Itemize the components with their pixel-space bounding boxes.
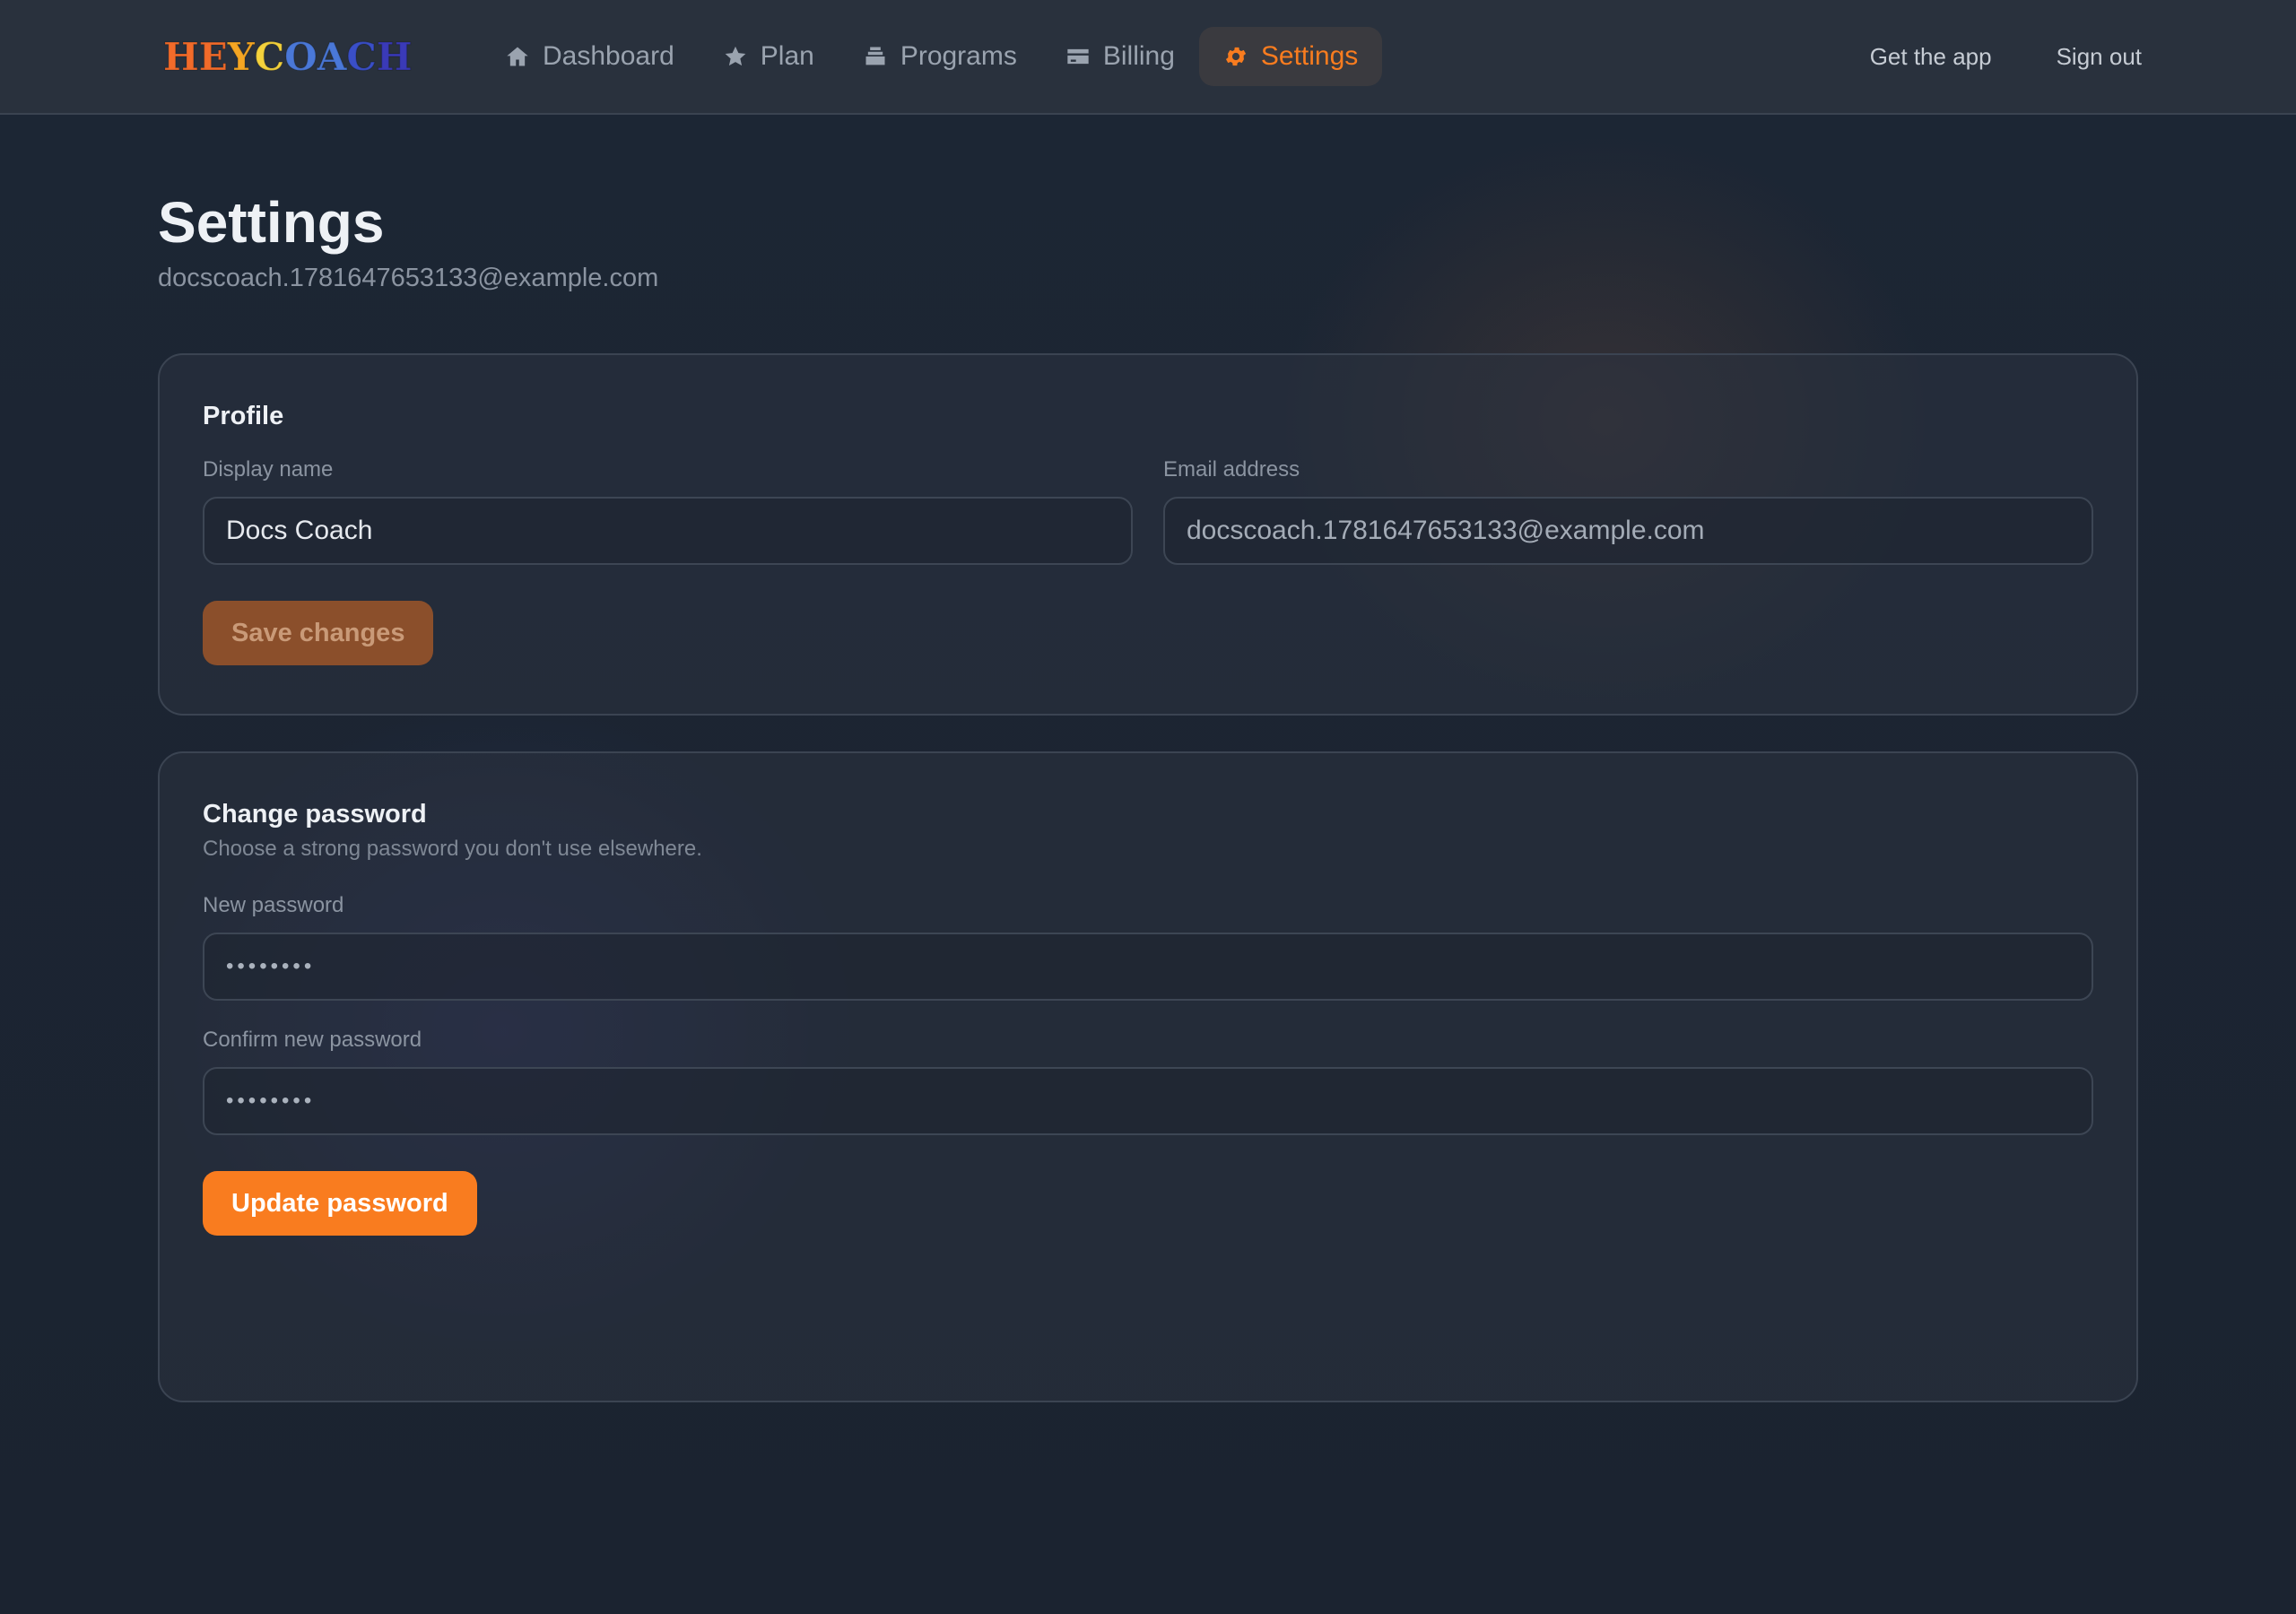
get-app-link[interactable]: Get the app [1870,43,1992,71]
gear-icon [1223,44,1248,69]
card-icon [1065,44,1091,69]
stack-icon [863,44,888,69]
nav-item-label: Programs [900,41,1017,71]
confirm-password-input[interactable]: •••••••• [203,1067,2093,1135]
update-password-wrap: Update password [203,1171,2093,1236]
home-icon [505,44,530,69]
heycoach-logo[interactable]: H E Y C O A C H [162,35,413,80]
logo-letter: O [283,35,317,80]
update-password-button[interactable]: Update password [203,1171,477,1236]
logo-letter: E [198,35,229,80]
email-group: Email address docscoach.1781647653133@ex… [1163,456,2093,565]
settings-content: Settings docscoach.1781647653133@example… [158,115,2138,1402]
nav-item-programs[interactable]: Programs [839,27,1041,86]
change-password-title: Change password [203,800,427,829]
logo-letter: C [346,35,378,80]
page-title: Settings [158,190,385,255]
profile-fields: Display name Docs Coach Email address do… [203,456,2093,565]
star-icon [723,44,748,69]
nav-item-settings[interactable]: Settings [1198,27,1383,86]
top-nav: H E Y C O A C H Dashboard Plan Programs [0,0,2296,115]
logo-letter: H [162,35,199,80]
logo-letter: C [254,35,285,80]
email-input[interactable]: docscoach.1781647653133@example.com [1163,497,2093,565]
logo-letter: A [317,35,347,80]
change-password-card: Change password Choose a strong password… [158,751,2138,1402]
nav-item-label: Settings [1260,41,1359,71]
new-password-input[interactable]: •••••••• [203,933,2093,1001]
profile-title: Profile [203,402,284,430]
nav-right: Get the app Sign out [1870,27,2142,86]
account-email: docscoach.1781647653133@example.com [158,264,659,292]
nav-item-label: Plan [760,41,814,71]
confirm-password-label: Confirm new password [203,1028,422,1052]
nav-item-label: Billing [1102,41,1175,71]
display-name-label: Display name [203,457,334,482]
sign-out-link[interactable]: Sign out [2057,43,2142,71]
nav-item-label: Dashboard [543,41,674,71]
change-password-description: Choose a strong password you don't use e… [203,837,702,861]
nav-item-dashboard[interactable]: Dashboard [481,27,699,86]
save-changes-button[interactable]: Save changes [203,601,434,665]
logo-letter: H [376,35,413,80]
new-password-group: New password •••••••• [203,891,2093,1001]
profile-card: Profile Display name Docs Coach Email ad… [158,353,2138,716]
logo-letter: Y [227,35,255,80]
new-password-label: New password [203,893,344,917]
display-name-input[interactable]: Docs Coach [203,497,1133,565]
main-nav: Dashboard Plan Programs Billing Settings [481,27,1383,86]
email-label: Email address [1163,457,1300,482]
nav-item-plan[interactable]: Plan [699,27,839,86]
confirm-password-group: Confirm new password •••••••• [203,1026,2093,1135]
display-name-group: Display name Docs Coach [203,456,1133,565]
nav-item-billing[interactable]: Billing [1041,27,1199,86]
